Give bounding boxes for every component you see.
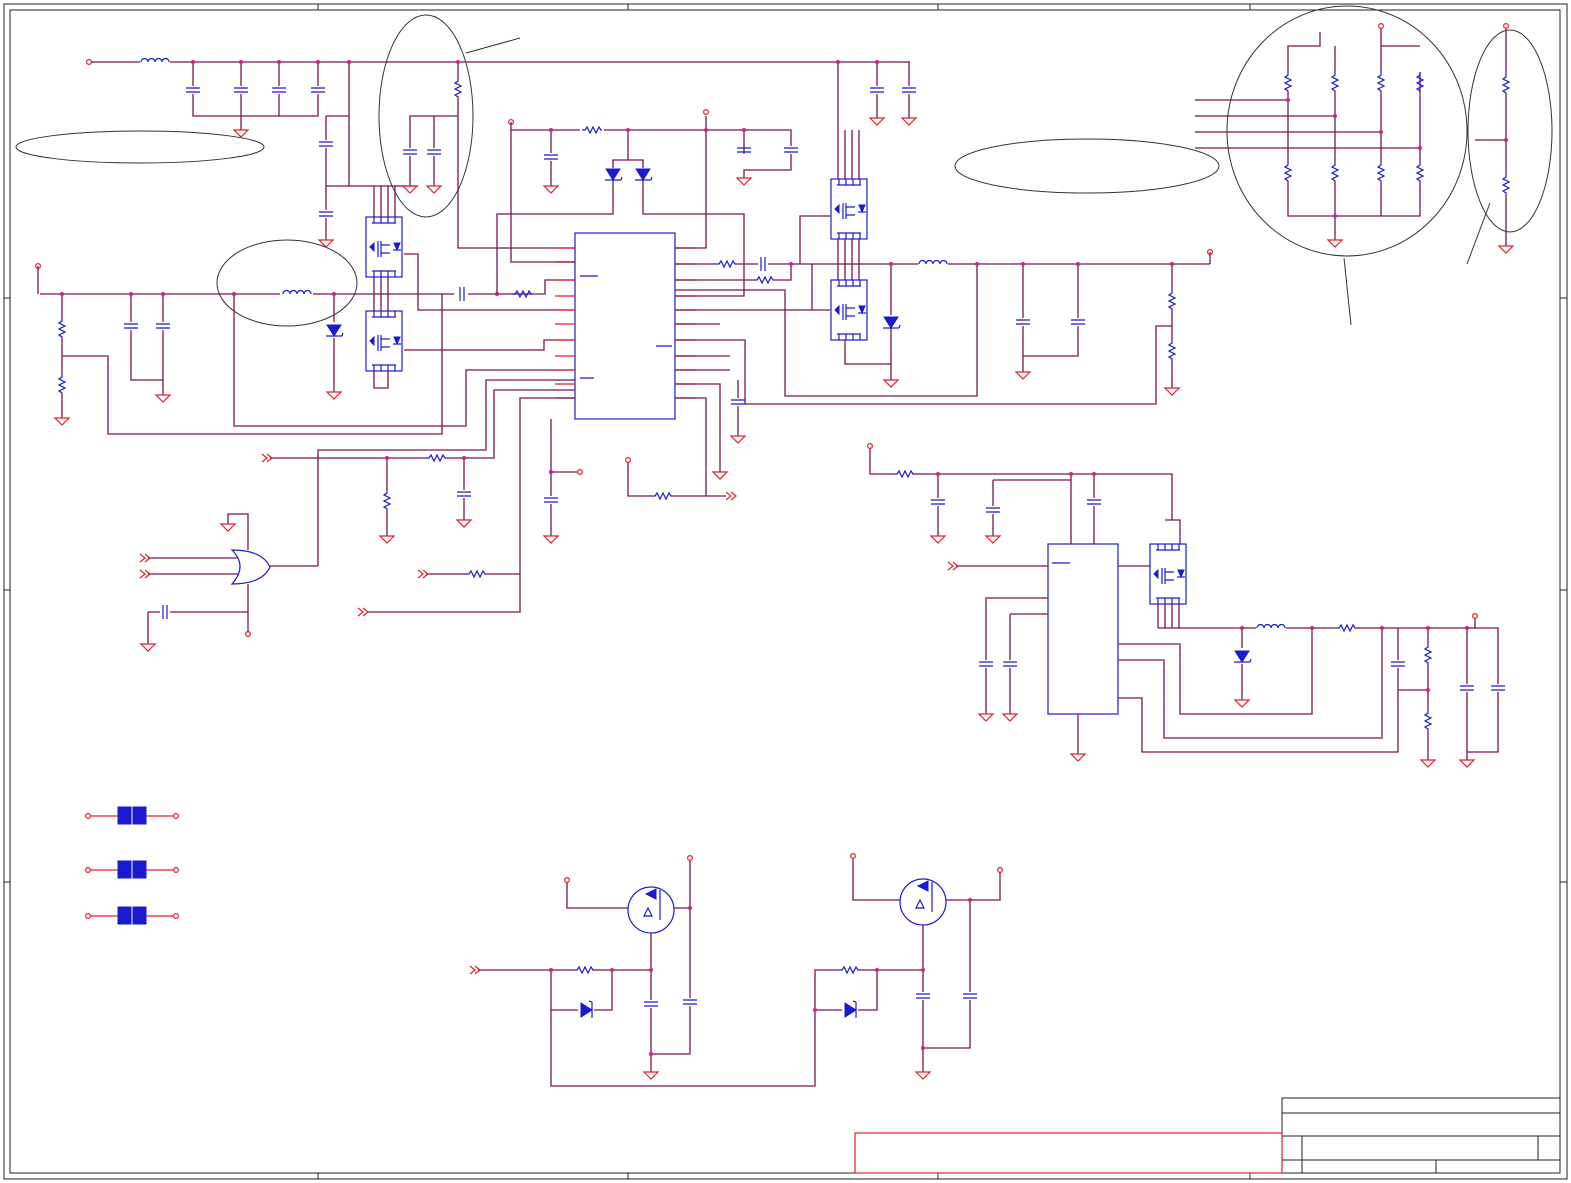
input-rail-top [85,57,917,249]
upper-mosfet-pair-right [830,130,901,388]
main-controller-block [496,108,1214,544]
regulator-ic [1047,543,1119,715]
jumper-icon [84,906,179,925]
or-gate-icon [230,549,271,585]
mosfet-icon [1149,543,1187,605]
resistor-network-top-right [1195,23,1514,254]
pmos-switch-right [813,852,1004,1080]
mosfet-icon [365,310,403,372]
mosfet-icon [365,216,403,278]
jumper-links [84,806,179,925]
secondary-regulator-block [866,443,1506,768]
zener-diode-icon [325,324,344,337]
zener-diode-icon [1233,650,1252,663]
zener-diode-icon [882,316,901,329]
or-gate-logic [139,513,318,652]
controller-signal-wiring [261,379,575,617]
output-filter-right [975,262,1180,396]
title-block [854,1097,1561,1174]
controller-ic [574,232,676,420]
diode-icon [634,168,653,181]
zener-diode-icon [580,1000,593,1019]
mosfet-icon [830,178,868,240]
schematic-sheet [0,0,1571,1183]
zener-diode-icon [844,1000,857,1019]
diode-icon [604,168,623,181]
schematic-canvas [3,3,1568,1180]
jumper-icon [84,806,179,825]
drawing-frame [3,3,1568,1180]
annotation-ellipses [15,5,1553,327]
jumper-icon [84,860,179,879]
mosfet-icon [830,279,868,341]
